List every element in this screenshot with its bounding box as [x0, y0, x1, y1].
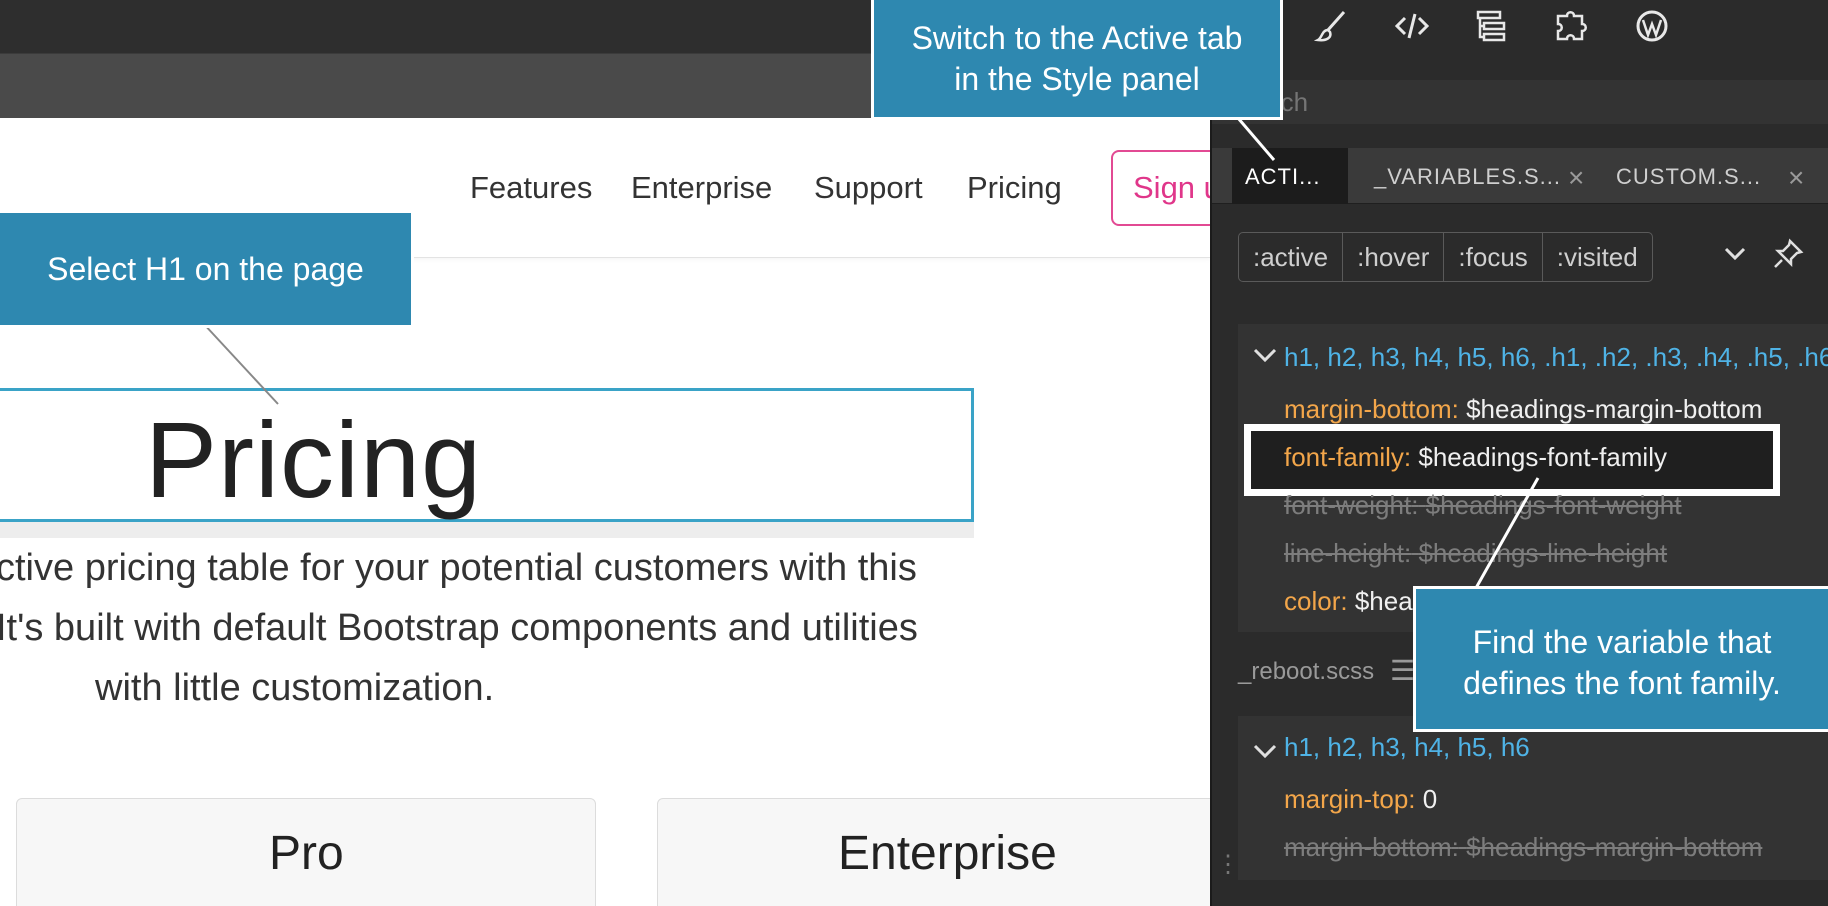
css-declaration[interactable]: margin-top: 0: [1284, 784, 1437, 815]
lead-line-1: ctive pricing table for your potential c…: [0, 547, 917, 589]
search-row: [1212, 80, 1828, 124]
callout-active-tab: Switch to the Active tab in the Style pa…: [871, 0, 1283, 120]
tab-active[interactable]: ACTI...: [1232, 148, 1348, 204]
puzzle-icon[interactable]: [1552, 8, 1592, 48]
paintbrush-icon[interactable]: [1312, 8, 1352, 48]
code-icon[interactable]: [1392, 8, 1432, 48]
wordpress-icon[interactable]: [1632, 8, 1672, 48]
pin-icon[interactable]: [1772, 238, 1804, 277]
nav-link-enterprise[interactable]: Enterprise: [631, 170, 772, 206]
lead-line-2: It's built with default Bootstrap compon…: [0, 607, 918, 649]
pseudo-hover-button[interactable]: :hover: [1343, 233, 1445, 281]
sign-up-button[interactable]: Sign u: [1111, 150, 1210, 226]
css-declaration-overridden[interactable]: font-weight: $headings-font-weight: [1284, 490, 1682, 521]
nav-link-support[interactable]: Support: [814, 170, 923, 206]
tree-icon[interactable]: [1472, 8, 1512, 48]
css-declaration[interactable]: margin-bottom: $headings-margin-bottom: [1284, 394, 1762, 425]
tab-custom[interactable]: CUSTOM.S...: [1604, 148, 1784, 204]
nav-link-pricing[interactable]: Pricing: [967, 170, 1062, 206]
chevron-down-icon[interactable]: [1252, 344, 1278, 372]
resize-handle[interactable]: ⋮: [1216, 850, 1240, 879]
heading-margin-shade: [0, 522, 974, 538]
style-panel: ACTI... _VARIABLES.S... × CUSTOM.S... × …: [1210, 0, 1828, 906]
pseudo-visited-button[interactable]: :visited: [1543, 233, 1652, 281]
css-selector[interactable]: h1, h2, h3, h4, h5, h6: [1284, 732, 1530, 763]
css-declaration-font-family[interactable]: font-family: $headings-font-family: [1284, 442, 1667, 473]
card-title-enterprise: Enterprise: [838, 827, 1057, 880]
css-declaration-overridden[interactable]: margin-bottom: $headings-margin-bottom: [1284, 832, 1762, 863]
pseudo-active-button[interactable]: :active: [1239, 233, 1344, 281]
list-icon[interactable]: ☰: [1390, 654, 1415, 687]
nav-link-features[interactable]: Features: [470, 170, 592, 206]
lead-line-3: with little customization.: [95, 667, 495, 709]
css-declaration[interactable]: color: $hea: [1284, 586, 1413, 617]
card-title-pro: Pro: [269, 827, 344, 880]
panel-toolbar: [1212, 0, 1828, 53]
chevron-down-icon[interactable]: [1720, 238, 1750, 275]
css-declaration-overridden[interactable]: line-height: $headings-line-height: [1284, 538, 1667, 569]
chevron-down-icon[interactable]: [1252, 740, 1278, 768]
callout-select-h1: Select H1 on the page: [0, 210, 414, 328]
callout-find-variable: Find the variable that defines the font …: [1413, 586, 1828, 732]
pseudo-state-group: :active :hover :focus :visited: [1238, 232, 1653, 282]
page-heading[interactable]: Pricing: [145, 397, 482, 522]
tab-variables[interactable]: _VARIABLES.S...: [1362, 148, 1572, 204]
css-selector[interactable]: h1, h2, h3, h4, h5, h6, .h1, .h2, .h3, .…: [1284, 342, 1828, 373]
source-file-label[interactable]: _reboot.scss: [1238, 658, 1374, 686]
pseudo-focus-button[interactable]: :focus: [1444, 233, 1543, 281]
style-tabs: ACTI... _VARIABLES.S... × CUSTOM.S... ×: [1212, 148, 1828, 204]
close-icon[interactable]: ×: [1568, 162, 1584, 194]
close-icon[interactable]: ×: [1788, 162, 1804, 194]
search-input[interactable]: [1272, 86, 1812, 118]
